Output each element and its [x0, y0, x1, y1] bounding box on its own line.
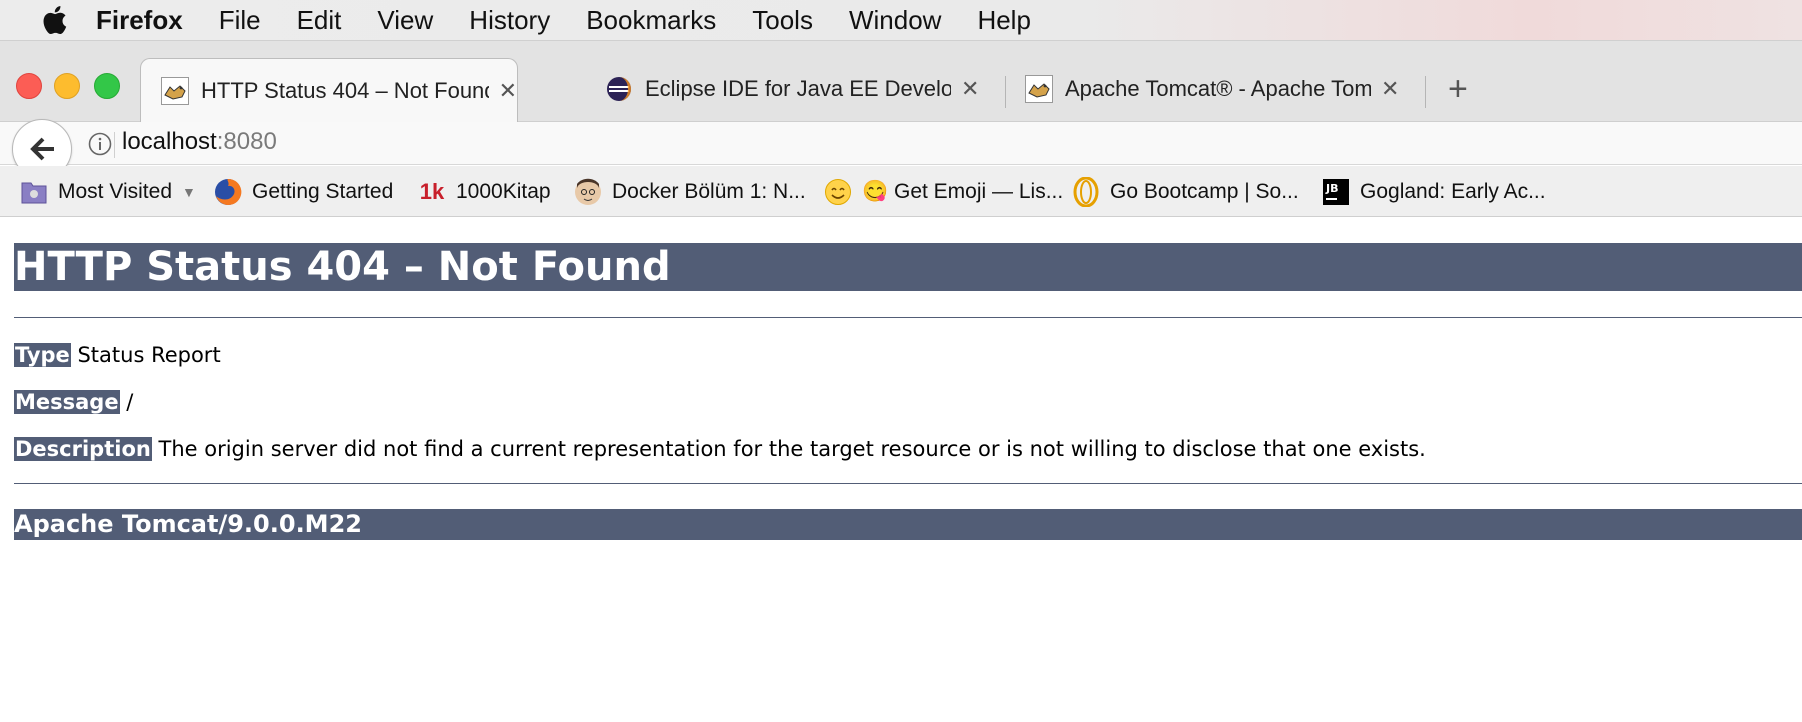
tab-close-icon[interactable]: ✕ [1381, 76, 1399, 102]
bookmark-label: Most Visited [58, 180, 172, 203]
menu-view[interactable]: View [377, 5, 433, 36]
bookmark-label: Getting Started [252, 180, 394, 203]
description-label: Description [14, 437, 152, 461]
apple-icon[interactable] [40, 6, 68, 35]
bookmark-get-emoji[interactable]: 😋 Get Emoji — Lis... [824, 178, 1063, 206]
tab-http-status-404[interactable]: HTTP Status 404 – Not Found ✕ [140, 58, 518, 122]
description-line: Description The origin server did not fi… [14, 435, 1802, 463]
description-value: The origin server did not find a current… [151, 437, 1426, 461]
server-footer: Apache Tomcat/9.0.0.M22 [14, 509, 1802, 540]
firefox-icon [214, 178, 242, 206]
folder-icon [20, 178, 48, 206]
menu-window[interactable]: Window [849, 5, 941, 36]
1k-icon: 1k [419, 179, 445, 204]
window-minimize-button[interactable] [54, 73, 80, 99]
emoji-icon [824, 178, 852, 206]
type-value: Status Report [70, 343, 221, 367]
menu-help[interactable]: Help [977, 5, 1030, 36]
bookmark-label: 1000Kitap [456, 180, 551, 203]
window-zoom-button[interactable] [94, 73, 120, 99]
back-arrow-icon [30, 137, 54, 161]
tab-separator [1005, 76, 1006, 108]
menu-edit[interactable]: Edit [297, 5, 342, 36]
info-icon[interactable] [88, 132, 112, 156]
tomcat-icon [1025, 75, 1053, 103]
tomcat-icon [161, 76, 189, 105]
menu-tools[interactable]: Tools [752, 5, 813, 36]
bookmark-label: Gogland: Early Ac... [1360, 180, 1546, 203]
url-port: :8080 [216, 128, 277, 155]
bookmark-label: 😋 Get Emoji — Lis... [862, 180, 1064, 203]
opera-icon [1072, 177, 1100, 207]
bookmark-go-bootcamp[interactable]: Go Bootcamp | So... [1072, 177, 1299, 207]
bookmark-label: Docker Bölüm 1: N... [612, 180, 806, 203]
bookmark-getting-started[interactable]: Getting Started [214, 178, 393, 206]
window-close-button[interactable] [16, 73, 42, 99]
menu-file[interactable]: File [219, 5, 261, 36]
tab-title: Apache Tomcat® - Apache Tomcat [1065, 76, 1371, 101]
page-content: HTTP Status 404 – Not Found Type Status … [14, 243, 1802, 540]
bookmark-1000kitap[interactable]: 1k 1000Kitap [418, 178, 551, 206]
menu-history[interactable]: History [469, 5, 550, 36]
bookmark-docker[interactable]: Docker Bölüm 1: N... [574, 178, 806, 206]
tab-title: Eclipse IDE for Java EE Developers [645, 76, 951, 101]
url-separator [114, 132, 115, 158]
bookmark-gogland[interactable]: JB Gogland: Early Ac... [1322, 178, 1546, 206]
menu-bar: Firefox File Edit View History Bookmarks… [0, 0, 1802, 41]
new-tab-plus-icon[interactable]: + [1448, 70, 1468, 109]
bookmark-label: Go Bootcamp | So... [1110, 180, 1299, 203]
jetbrains-icon: JB [1322, 178, 1350, 206]
avatar-icon [574, 178, 602, 206]
message-line: Message / [14, 388, 1802, 416]
url-host: localhost [122, 128, 217, 155]
tab-separator [1425, 76, 1426, 108]
menu-app-firefox[interactable]: Firefox [96, 5, 183, 36]
message-label: Message [14, 390, 120, 414]
bookmark-most-visited[interactable]: Most Visited ▼ [20, 178, 196, 206]
tab-title: HTTP Status 404 – Not Found [201, 77, 489, 103]
url-input[interactable]: localhost:8080 [122, 128, 277, 156]
type-line: Type Status Report [14, 341, 1802, 369]
tab-close-icon[interactable]: ✕ [499, 78, 517, 104]
eclipse-icon [607, 77, 631, 101]
chevron-down-icon: ▼ [182, 184, 196, 200]
message-value: / [119, 390, 134, 414]
tab-apache-tomcat[interactable]: Apache Tomcat® - Apache Tomcat ✕ [1025, 60, 1405, 118]
menu-bookmarks[interactable]: Bookmarks [586, 5, 716, 36]
tab-eclipse-ide[interactable]: Eclipse IDE for Java EE Developers ✕ [605, 60, 985, 118]
type-label: Type [14, 343, 71, 367]
svg-text:JB: JB [1325, 182, 1338, 195]
tab-close-icon[interactable]: ✕ [961, 76, 979, 102]
page-title: HTTP Status 404 – Not Found [14, 243, 1802, 291]
